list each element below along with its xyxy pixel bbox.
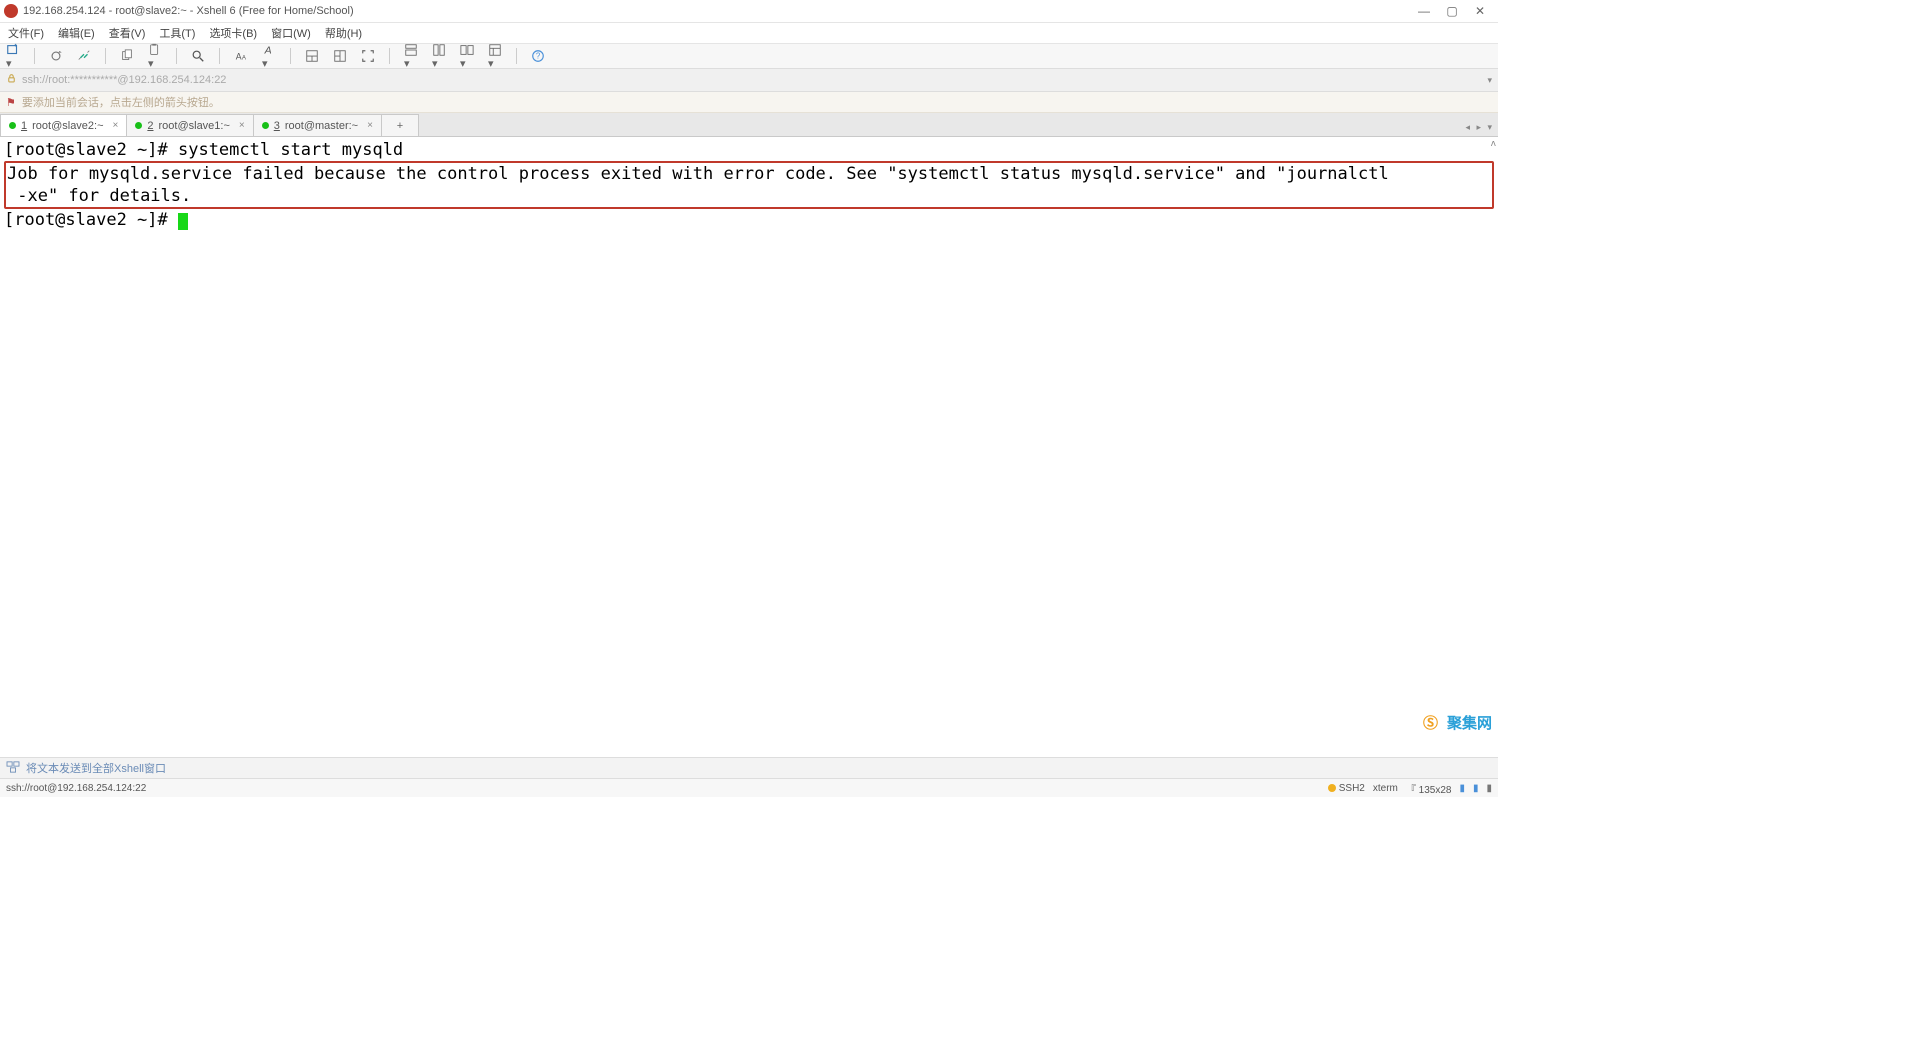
svg-text:A: A bbox=[236, 52, 242, 62]
address-url: ssh://root:***********@192.168.254.124:2… bbox=[22, 74, 226, 86]
status-dot-icon bbox=[262, 122, 269, 129]
layout4-icon[interactable]: ▾ bbox=[488, 43, 502, 70]
address-bar[interactable]: ssh://root:***********@192.168.254.124:2… bbox=[0, 69, 1498, 92]
status-dot-icon bbox=[135, 122, 142, 129]
status-bar: ssh://root@192.168.254.124:22 SSH2 xterm… bbox=[0, 778, 1498, 797]
layout3-icon[interactable]: ▾ bbox=[460, 43, 474, 70]
tab-label: root@master:~ bbox=[285, 120, 358, 132]
tab-close-icon[interactable]: × bbox=[367, 120, 373, 131]
menu-bar: 文件(F) 编辑(E) 查看(V) 工具(T) 选项卡(B) 窗口(W) 帮助(… bbox=[0, 23, 1498, 44]
terminal-line-3: [root@slave2 ~]# bbox=[4, 209, 1494, 231]
search-icon[interactable] bbox=[191, 49, 205, 63]
tab-label: root@slave2:~ bbox=[32, 120, 103, 132]
font-style-icon[interactable]: A▾ bbox=[262, 43, 276, 70]
tab-strip: 1 root@slave2:~ × 2 root@slave1:~ × 3 ro… bbox=[0, 113, 1498, 137]
layout1-icon[interactable]: ▾ bbox=[404, 43, 418, 70]
hint-bar: ⚑ 要添加当前会话，点击左侧的箭头按钮。 bbox=[0, 92, 1498, 113]
tile-vertical-icon[interactable] bbox=[333, 49, 347, 63]
flag-icon: ⚑ bbox=[6, 96, 16, 109]
menu-tools[interactable]: 工具(T) bbox=[159, 25, 195, 41]
lock-icon bbox=[6, 73, 17, 87]
copy-icon[interactable] bbox=[120, 49, 134, 63]
broadcast-bar[interactable]: 将文本发送到全部Xshell窗口 bbox=[0, 757, 1498, 778]
tab-slave1[interactable]: 2 root@slave1:~ × bbox=[126, 114, 253, 136]
status-path: ssh://root@192.168.254.124:22 bbox=[6, 783, 1320, 794]
minimize-button[interactable]: — bbox=[1410, 2, 1438, 20]
window-titlebar: 192.168.254.124 - root@slave2:~ - Xshell… bbox=[0, 0, 1498, 23]
cursor-icon bbox=[178, 213, 188, 230]
status-size: 『 135x28 bbox=[1406, 781, 1452, 796]
tab-close-icon[interactable]: × bbox=[239, 120, 245, 131]
tab-label: root@slave1:~ bbox=[159, 120, 230, 132]
tab-index: 2 bbox=[147, 120, 153, 132]
disconnect-icon[interactable] bbox=[77, 49, 91, 63]
status-indicator-icon: ▮ bbox=[1459, 783, 1465, 794]
tab-index: 1 bbox=[21, 120, 27, 132]
status-term: xterm bbox=[1373, 783, 1398, 794]
svg-text:?: ? bbox=[536, 52, 541, 61]
menu-window[interactable]: 窗口(W) bbox=[271, 25, 311, 41]
svg-text:A: A bbox=[242, 55, 247, 62]
terminal-line-1: [root@slave2 ~]# systemctl start mysqld bbox=[4, 139, 1494, 161]
terminal-error-highlight: Job for mysqld.service failed because th… bbox=[4, 161, 1494, 209]
app-icon bbox=[4, 4, 18, 18]
new-session-icon[interactable]: ▾ bbox=[6, 43, 20, 70]
tile-horizontal-icon[interactable] bbox=[305, 49, 319, 63]
new-tab-button[interactable]: + bbox=[381, 114, 419, 136]
toolbar: ▾ ▾ AA A▾ ▾ ▾ ▾ ▾ ? bbox=[0, 44, 1498, 69]
paste-icon[interactable]: ▾ bbox=[148, 43, 162, 70]
broadcast-icon bbox=[6, 761, 20, 776]
terminal[interactable]: ʌ [root@slave2 ~]# systemctl start mysql… bbox=[0, 137, 1498, 757]
scroll-up-icon[interactable]: ʌ bbox=[1491, 139, 1496, 151]
window-title: 192.168.254.124 - root@slave2:~ - Xshell… bbox=[23, 5, 1410, 17]
menu-help[interactable]: 帮助(H) bbox=[325, 25, 362, 41]
watermark: Ⓢ 聚集网 bbox=[1423, 714, 1492, 734]
tab-scroll-arrows[interactable]: ◂ ▸ ▾ bbox=[1465, 122, 1494, 133]
tab-close-icon[interactable]: × bbox=[113, 120, 119, 131]
svg-text:A: A bbox=[264, 44, 272, 56]
layout2-icon[interactable]: ▾ bbox=[432, 43, 446, 70]
status-indicator-icon: ▮ bbox=[1473, 783, 1479, 794]
maximize-button[interactable]: ▢ bbox=[1438, 2, 1466, 20]
status-indicator-icon: ▮ bbox=[1486, 783, 1492, 794]
reconnect-icon[interactable] bbox=[49, 49, 63, 63]
broadcast-label: 将文本发送到全部Xshell窗口 bbox=[26, 760, 166, 776]
font-decrease-icon[interactable]: AA bbox=[234, 49, 248, 63]
tab-slave2[interactable]: 1 root@slave2:~ × bbox=[0, 114, 127, 136]
hint-text: 要添加当前会话，点击左侧的箭头按钮。 bbox=[22, 94, 220, 110]
close-button[interactable]: ✕ bbox=[1466, 2, 1494, 20]
tab-index: 3 bbox=[274, 120, 280, 132]
menu-view[interactable]: 查看(V) bbox=[109, 25, 146, 41]
status-ssh: SSH2 bbox=[1328, 783, 1365, 794]
fullscreen-icon[interactable] bbox=[361, 49, 375, 63]
address-dropdown-icon[interactable]: ▾ bbox=[1487, 75, 1492, 86]
menu-file[interactable]: 文件(F) bbox=[8, 25, 44, 41]
menu-tabs[interactable]: 选项卡(B) bbox=[209, 25, 257, 41]
menu-edit[interactable]: 编辑(E) bbox=[58, 25, 95, 41]
status-dot-icon bbox=[9, 122, 16, 129]
help-icon[interactable]: ? bbox=[531, 49, 545, 63]
tab-master[interactable]: 3 root@master:~ × bbox=[253, 114, 382, 136]
